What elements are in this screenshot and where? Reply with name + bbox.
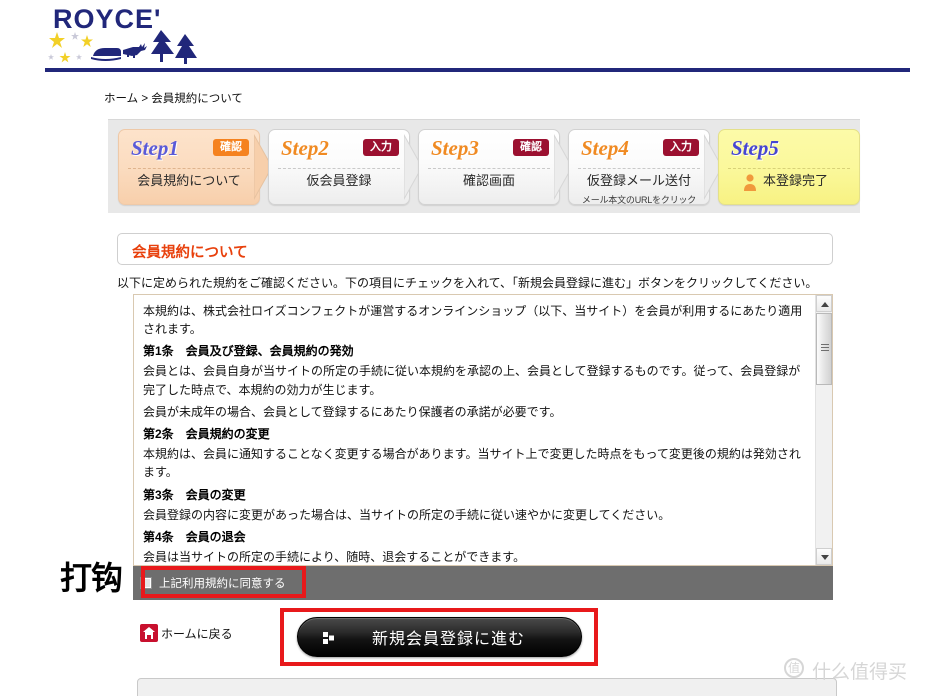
step-item-1: Step1 確認 会員規約について <box>118 129 260 205</box>
step-4-name: Step4 <box>581 136 629 160</box>
registration-step-indicator: Step1 確認 会員規約について Step2 入力 仮会員登録 Step3 確… <box>108 119 860 213</box>
step-1-top: Step1 確認 <box>119 130 259 168</box>
step-3-label: 確認画面 <box>462 173 515 188</box>
step-5-top: Step5 <box>719 130 859 168</box>
step-4-top: Step4 入力 <box>569 130 709 168</box>
step-3-name: Step3 <box>431 136 479 160</box>
step-item-2: Step2 入力 仮会員登録 <box>268 129 410 205</box>
step-4-label: 仮登録メール送付 <box>586 173 691 188</box>
royce-snow-scene-logo-icon <box>45 30 205 64</box>
step-item-3: Step3 確認 確認画面 <box>418 129 560 205</box>
page-root: ROYCE' ホーム > 会員規約について Step1 確認 会員規約について … <box>0 0 951 696</box>
step-1-badge: 確認 <box>213 139 249 157</box>
step-2-top: Step2 入力 <box>269 130 409 168</box>
home-icon <box>140 624 158 642</box>
terms-paragraph: 会員は当サイトの所定の手続により、随時、退会することができます。 <box>143 549 526 564</box>
royce-logo[interactable]: ROYCE' <box>45 4 205 64</box>
annotation-highlight-checkbox <box>141 566 306 598</box>
terms-paragraph: 本規約は、株式会社ロイズコンフェクトが運営するオンラインショップ（以下、当サイト… <box>143 304 803 337</box>
terms-paragraph: 会員が未成年の場合、会員として登録するにあたり保護者の承諾が必要です。 <box>143 404 562 419</box>
terms-article-heading: 第4条 会員の退会 <box>143 529 246 544</box>
site-header: ROYCE' <box>0 0 951 78</box>
annotation-check-hint: 打钩 <box>60 559 123 597</box>
scrollbar-grip-icon <box>821 344 829 351</box>
home-link-label: ホームに戻る <box>161 626 233 641</box>
header-divider <box>45 68 910 72</box>
step-5-divider <box>728 168 850 169</box>
proceed-registration-button[interactable]: 新規会員登録に進む <box>297 617 582 657</box>
page-title: 会員規約について <box>132 245 248 261</box>
terms-article-heading: 第3条 会員の変更 <box>143 487 246 502</box>
terms-scrollbar[interactable] <box>815 295 832 565</box>
scrollbar-thumb[interactable] <box>816 313 832 385</box>
triangle-up-icon <box>821 302 829 307</box>
step-3-badge: 確認 <box>513 139 549 157</box>
step-1-label: 会員規約について <box>137 173 241 188</box>
step-item-4: Step4 入力 仮登録メール送付 メール本文のURLをクリック <box>568 129 710 205</box>
section-heading-box: 会員規約について <box>117 233 833 265</box>
breadcrumb[interactable]: ホーム > 会員規約について <box>104 90 243 106</box>
step-4-sublabel: メール本文のURLをクリック <box>581 195 697 205</box>
footer-partial-box <box>137 678 837 696</box>
step-2-divider <box>278 168 400 169</box>
terms-content: 本規約は、株式会社ロイズコンフェクトが運営するオンラインショップ（以下、当サイト… <box>134 295 815 565</box>
step-item-5: Step5 本登録完了 <box>718 129 860 205</box>
watermark-mark: 值 <box>784 658 804 678</box>
terms-scroll-box[interactable]: 本規約は、株式会社ロイズコンフェクトが運営するオンラインショップ（以下、当サイト… <box>133 294 833 566</box>
step-2-badge: 入力 <box>363 139 399 157</box>
terms-paragraph: 会員登録の内容に変更があった場合は、当サイトの所定の手続に従い速やかに変更してく… <box>143 507 671 522</box>
scroll-down-button[interactable] <box>816 548 832 565</box>
terms-paragraph: 本規約は、会員に通知することなく変更する場合があります。当サイト上で変更した時点… <box>143 447 801 480</box>
terms-article-heading: 第2条 会員規約の変更 <box>143 427 270 442</box>
terms-paragraph: 会員とは、会員自身が当サイトの所定の手続に従い本規約を承認の上、会員として登録す… <box>143 364 801 397</box>
step-3-divider <box>428 168 550 169</box>
home-link[interactable]: ホームに戻る <box>140 622 233 644</box>
scroll-up-button[interactable] <box>816 295 832 312</box>
instructions-text: 以下に定められた規約をご確認ください。下の項目にチェックを入れて、「新規会員登録… <box>117 276 818 290</box>
step-3-top: Step3 確認 <box>419 130 559 168</box>
triangle-down-icon <box>821 555 829 560</box>
proceed-registration-label: 新規会員登録に進む <box>371 631 525 648</box>
arrow-marker-icon <box>323 631 337 645</box>
step-4-badge: 入力 <box>663 139 699 157</box>
step-2-name: Step2 <box>281 136 329 160</box>
terms-article-heading: 第1条 会員及び登録、会員規約の発効 <box>143 344 354 359</box>
step-2-label: 仮会員登録 <box>306 173 372 188</box>
step-5-label: 本登録完了 <box>763 173 829 188</box>
step-1-name: Step1 <box>131 136 179 160</box>
step-5-name: Step5 <box>731 136 779 160</box>
step-1-divider <box>128 168 250 169</box>
watermark-text: 什么值得买 <box>812 662 908 683</box>
step-4-divider <box>578 168 700 169</box>
